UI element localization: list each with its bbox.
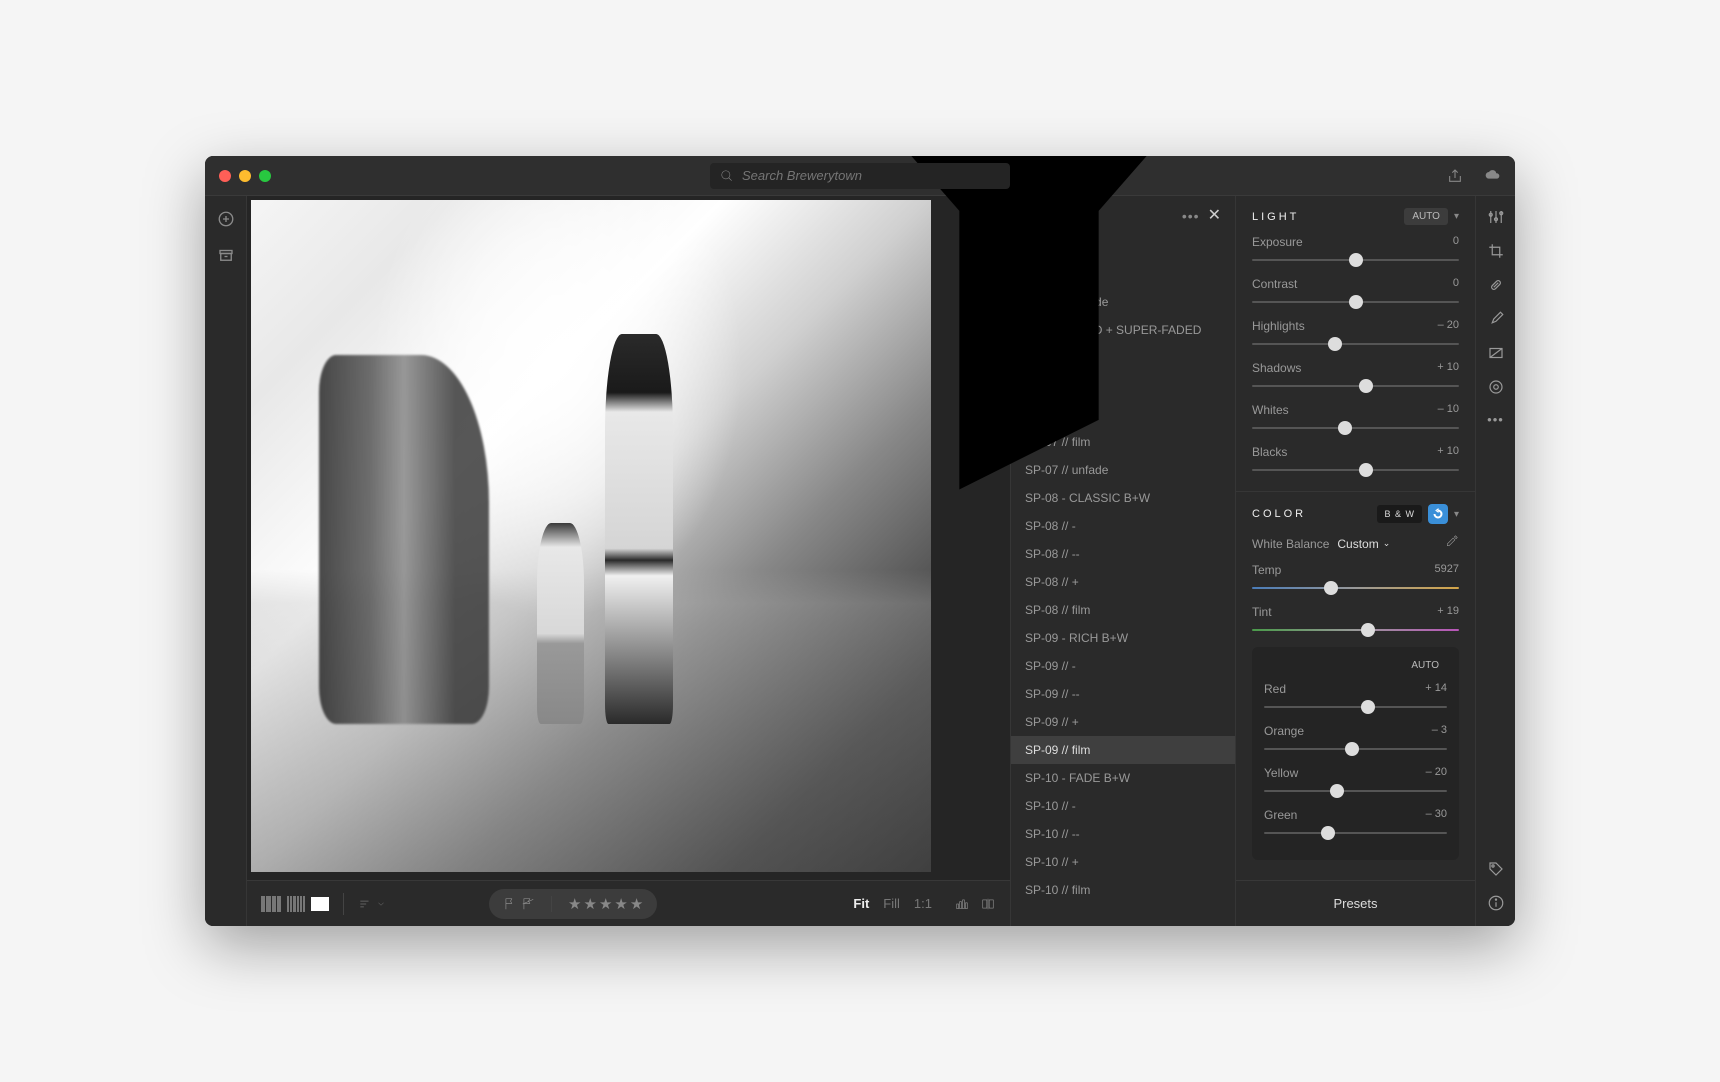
- slider-value: 0: [1453, 235, 1459, 249]
- archive-icon[interactable]: [217, 246, 235, 264]
- preset-item[interactable]: SP-09 // -: [1011, 652, 1235, 680]
- rating-pill: ★★★★★: [489, 889, 657, 919]
- more-tools-icon[interactable]: •••: [1487, 412, 1504, 427]
- slider-value: 0: [1453, 277, 1459, 291]
- blacks-slider[interactable]: [1252, 461, 1459, 479]
- tint-label: Tint: [1252, 605, 1272, 619]
- single-view-icon[interactable]: [311, 897, 329, 911]
- compare-icon[interactable]: [980, 897, 996, 911]
- green-slider[interactable]: [1264, 824, 1447, 842]
- exposure-slider[interactable]: [1252, 251, 1459, 269]
- grid-small-icon[interactable]: [287, 896, 305, 912]
- grid-large-icon[interactable]: [261, 896, 281, 912]
- search-icon: [720, 169, 734, 183]
- zoom-fill[interactable]: Fill: [883, 896, 900, 911]
- preset-item[interactable]: SP-10 - FADE B+W: [1011, 764, 1235, 792]
- preset-item[interactable]: SP-10 // film: [1011, 876, 1235, 904]
- flag-pick-icon[interactable]: [503, 896, 517, 912]
- star-rating[interactable]: ★★★★★: [568, 895, 643, 913]
- info-icon[interactable]: [1487, 894, 1505, 912]
- heal-icon[interactable]: [1487, 276, 1505, 294]
- right-toolbar: •••: [1475, 196, 1515, 926]
- channel-label: Yellow: [1264, 766, 1298, 780]
- left-sidebar: [205, 196, 247, 926]
- channel-label: Red: [1264, 682, 1286, 696]
- tag-icon[interactable]: [1487, 860, 1505, 878]
- preset-item[interactable]: SP-10 // -: [1011, 792, 1235, 820]
- eyedropper-icon[interactable]: [1445, 534, 1459, 553]
- temp-slider[interactable]: [1252, 579, 1459, 597]
- chevron-down-icon[interactable]: ▾: [1454, 509, 1459, 520]
- whites-slider[interactable]: [1252, 419, 1459, 437]
- brush-icon[interactable]: [1487, 310, 1505, 328]
- zoom-oneone[interactable]: 1:1: [914, 896, 932, 911]
- flag-reject-icon[interactable]: [521, 896, 535, 912]
- histogram-icon[interactable]: [954, 897, 970, 911]
- canvas-area: ★★★★★ Fit Fill 1:1: [247, 196, 1010, 926]
- sort-button[interactable]: [358, 897, 386, 911]
- preset-item[interactable]: SP-10 // --: [1011, 820, 1235, 848]
- contrast-slider[interactable]: [1252, 293, 1459, 311]
- search-input[interactable]: [742, 168, 1000, 183]
- yellow-slider[interactable]: [1264, 782, 1447, 800]
- app-window: ★★★★★ Fit Fill 1:1 PRESETS •••: [205, 156, 1515, 926]
- chevron-down-icon[interactable]: ▾: [1454, 211, 1459, 222]
- channel-label: Orange: [1264, 724, 1304, 738]
- preset-item[interactable]: SP-09 // film: [1011, 736, 1235, 764]
- gradient-radial-icon[interactable]: [1487, 378, 1505, 396]
- minimize-window-button[interactable]: [239, 170, 251, 182]
- channel-value: + 14: [1425, 682, 1447, 696]
- preset-item[interactable]: SP-09 - RICH B+W: [1011, 624, 1235, 652]
- cloud-icon[interactable]: [1485, 168, 1501, 184]
- window-controls: [219, 170, 271, 182]
- gradient-linear-icon[interactable]: [1487, 344, 1505, 362]
- preset-item[interactable]: SP-10 // +: [1011, 848, 1235, 876]
- photo-preview[interactable]: [251, 200, 931, 872]
- channel-value: – 3: [1432, 724, 1447, 738]
- titlebar: [205, 156, 1515, 196]
- orange-slider[interactable]: [1264, 740, 1447, 758]
- maximize-window-button[interactable]: [259, 170, 271, 182]
- preset-item[interactable]: SP-09 // +: [1011, 708, 1235, 736]
- preset-item[interactable]: SP-08 // film: [1011, 596, 1235, 624]
- preset-item[interactable]: SP-09 // --: [1011, 680, 1235, 708]
- tint-value: + 19: [1437, 605, 1459, 619]
- channel-value: – 20: [1426, 766, 1447, 780]
- search-box[interactable]: [710, 163, 1010, 189]
- bottom-toolbar: ★★★★★ Fit Fill 1:1: [247, 880, 1010, 926]
- red-slider[interactable]: [1264, 698, 1447, 716]
- channel-value: – 30: [1426, 808, 1447, 822]
- share-icon[interactable]: [1447, 168, 1463, 184]
- channel-label: Green: [1264, 808, 1297, 822]
- presets-footer-button[interactable]: Presets: [1236, 880, 1475, 926]
- highlights-slider[interactable]: [1252, 335, 1459, 353]
- crop-icon[interactable]: [1487, 242, 1505, 260]
- color-auto-button[interactable]: AUTO: [1403, 657, 1447, 674]
- shadows-slider[interactable]: [1252, 377, 1459, 395]
- sliders-icon[interactable]: [1487, 208, 1505, 226]
- tint-slider[interactable]: [1252, 621, 1459, 639]
- add-icon[interactable]: [217, 210, 235, 228]
- close-window-button[interactable]: [219, 170, 231, 182]
- zoom-fit[interactable]: Fit: [853, 896, 869, 911]
